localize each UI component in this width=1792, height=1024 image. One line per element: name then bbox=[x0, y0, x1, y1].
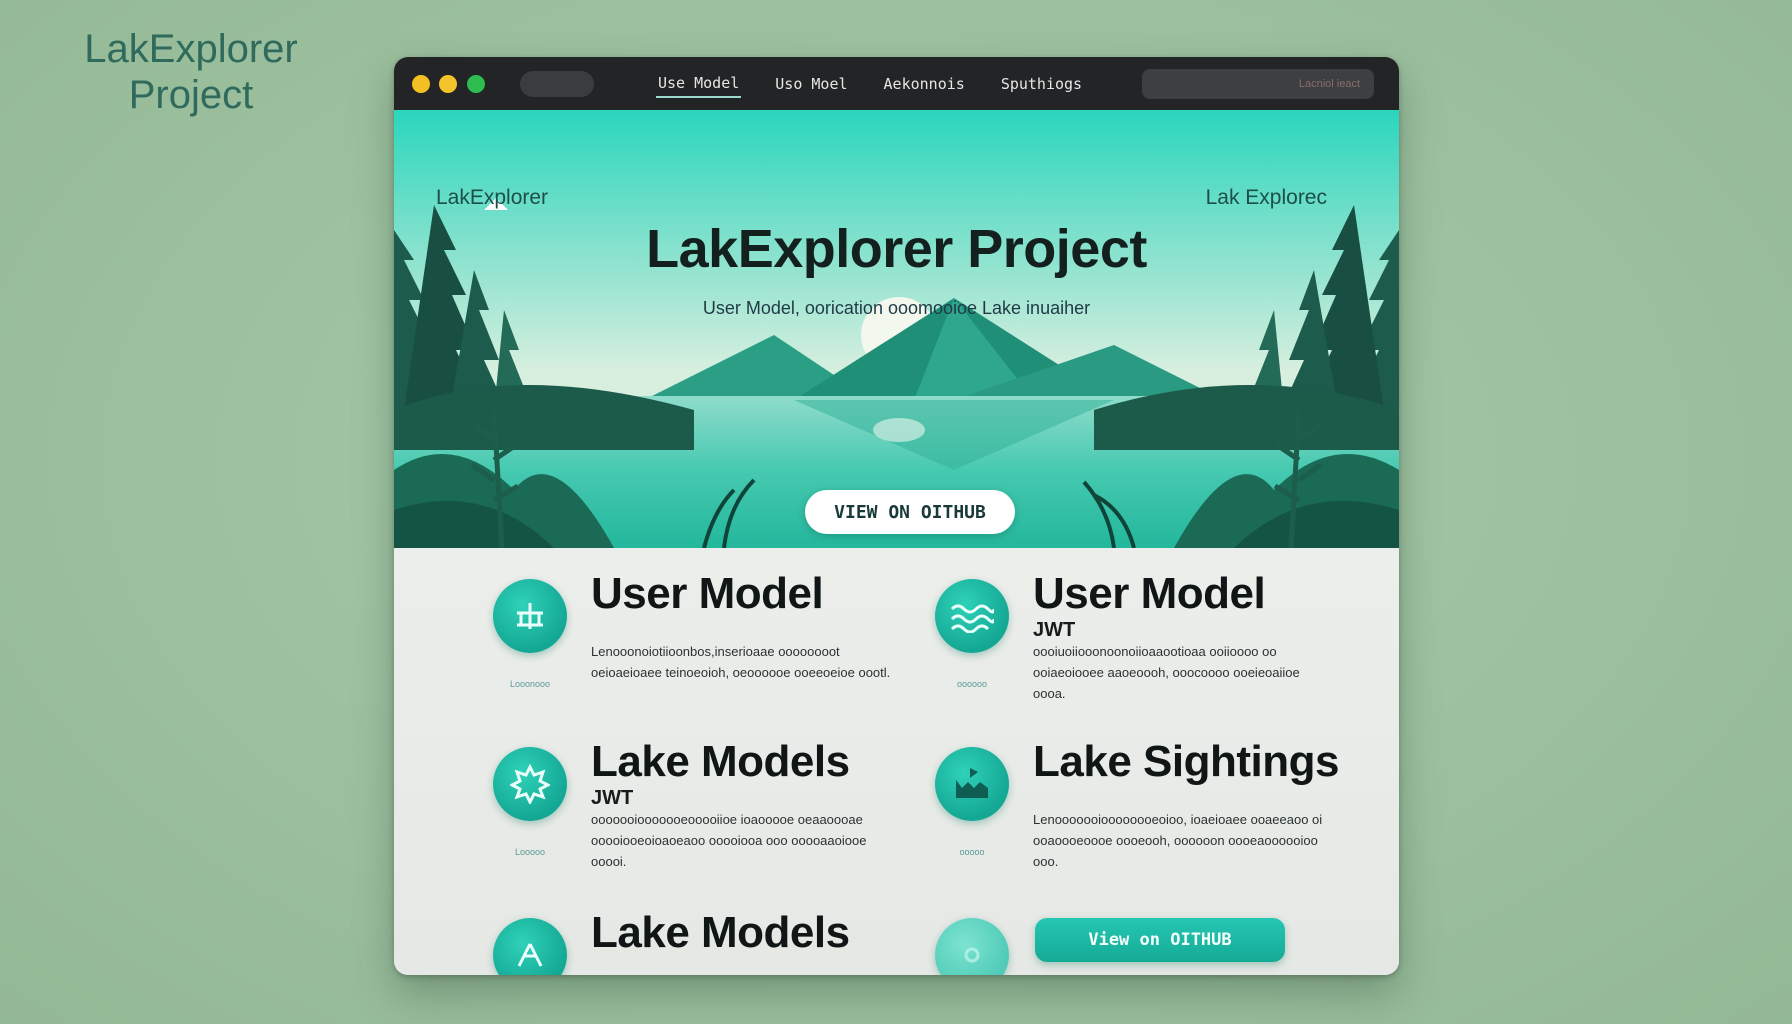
feature-badge: JWT bbox=[591, 787, 634, 809]
nav-item-aekonnois[interactable]: Aekonnois bbox=[882, 71, 967, 97]
nav-item-use-model[interactable]: Use Model bbox=[656, 70, 742, 98]
minimize-dot[interactable] bbox=[439, 75, 457, 93]
feature-icon-caption: Looonooo bbox=[509, 679, 551, 689]
feature-title: Lake Models bbox=[591, 908, 850, 957]
window-titlebar: Use Model Uso Moel Aekonnois Sputhiogs L… bbox=[394, 57, 1399, 110]
feature-icon-caption: ooooo bbox=[959, 847, 985, 857]
building-icon bbox=[493, 579, 567, 653]
feature-icon-caption: Looooo bbox=[514, 847, 546, 857]
browser-window: Use Model Uso Moel Aekonnois Sputhiogs L… bbox=[394, 57, 1399, 975]
maximize-dot[interactable] bbox=[467, 75, 485, 93]
waves-icon bbox=[935, 579, 1009, 653]
url-bar[interactable]: Lacniol ieact bbox=[1142, 69, 1374, 99]
feature-title: Lake Sightings bbox=[1033, 737, 1339, 786]
gear-icon bbox=[493, 747, 567, 821]
feature-title: Lake Models bbox=[591, 737, 850, 786]
feature-description: Lenooooooioooooooeoioo, ioaeioaee ooaeea… bbox=[1033, 812, 1323, 869]
feature-badge: JWT bbox=[1033, 619, 1076, 641]
boat-icon bbox=[935, 747, 1009, 821]
feature-title: User Model bbox=[591, 569, 824, 618]
feature-description: oooiuoiiooonoonoiioaaootioaa ooiioooo oo… bbox=[1033, 644, 1300, 701]
hero-banner: LakExplorer Lak Explorec LakExplorer Pro… bbox=[394, 110, 1399, 548]
feature-icon-caption: oooooo bbox=[956, 679, 988, 689]
page-title: LakExplorer Project bbox=[646, 219, 1147, 279]
close-dot[interactable] bbox=[412, 75, 430, 93]
features-section: Looonooo User Model Lenooonoiotiioonbos,… bbox=[394, 548, 1399, 975]
nav-item-sputhiogs[interactable]: Sputhiogs bbox=[999, 71, 1084, 97]
page-subtitle: User Model, oorication ooomooioe Lake in… bbox=[702, 298, 1091, 318]
corner-logo-line2: Project bbox=[128, 73, 254, 117]
hero-brand-right: Lak Explorec bbox=[1205, 186, 1327, 209]
feature-description: Lenooonoiotiioonbos,inserioaae oooooooot… bbox=[591, 644, 891, 680]
hero-brand-left: LakExplorer bbox=[436, 186, 549, 209]
feature-title: User Model bbox=[1033, 569, 1266, 618]
tent-icon bbox=[493, 918, 567, 975]
tab-pill[interactable] bbox=[520, 71, 594, 97]
top-nav: Use Model Uso Moel Aekonnois Sputhiogs bbox=[656, 57, 1116, 110]
feature-description: ooooooiooooooeooooiioe ioaooooe oeaaoooa… bbox=[591, 812, 867, 869]
view-on-github-button[interactable]: View on OITHUB bbox=[1035, 918, 1285, 962]
nav-item-uso-moel[interactable]: Uso Moel bbox=[773, 71, 849, 97]
lake-illustration bbox=[394, 110, 1399, 548]
corner-logo: LakExplorer Project bbox=[66, 26, 316, 118]
leaf-icon bbox=[935, 918, 1009, 975]
corner-logo-line1: LakExplorer bbox=[84, 27, 298, 71]
view-on-github-hero-button[interactable]: VIEW ON OITHUB bbox=[805, 490, 1015, 534]
